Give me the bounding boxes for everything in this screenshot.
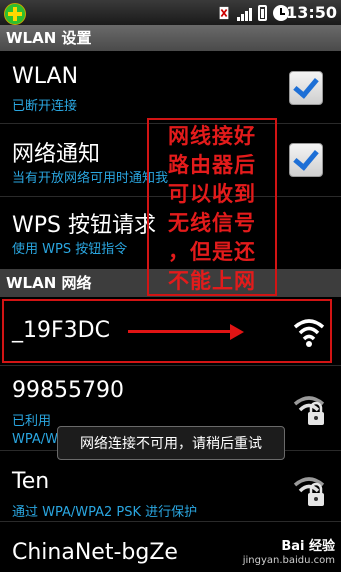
setting-subtitle: 使用 WPS 按钮指令: [12, 242, 128, 257]
setting-wlan[interactable]: WLAN 已断开连接: [0, 51, 341, 123]
wifi-secured-icon: [293, 477, 325, 506]
status-time: 13:50: [286, 3, 337, 22]
battery-icon: [258, 5, 267, 21]
watermark-logo: Bai 经验: [281, 539, 335, 554]
network-item[interactable]: Ten 通过 WPA/WPA2 PSK 进行保护: [0, 451, 341, 521]
annotation-line: 可以收到: [168, 182, 256, 206]
watermark-url: jingyan.baidu.com: [242, 555, 335, 566]
notification-checkbox[interactable]: [289, 143, 323, 177]
annotation-arrow-head: [230, 324, 244, 340]
annotation-line: ，但是还: [168, 240, 256, 264]
setting-title: WPS 按钮请求: [12, 213, 156, 238]
network-status: 已利用: [12, 414, 52, 429]
network-security: 通过 WPA/WPA2 PSK 进行保护: [12, 505, 198, 520]
network-ssid: ChinaNet-bgZe: [12, 540, 178, 565]
setting-title: 网络通知: [12, 142, 101, 167]
annotation-line: 网线接好: [168, 124, 256, 148]
annotation-line: 路由器后: [168, 153, 256, 177]
status-bar: 13:50: [0, 0, 341, 25]
toast-message: 网络连接不可用，请稍后重试: [57, 426, 285, 460]
setting-subtitle: 已断开连接: [12, 99, 78, 114]
annotation-callout: 网线接好 路由器后 可以收到 无线信号 ，但是还 不能上网: [147, 118, 277, 296]
wifi-secured-icon: [293, 396, 325, 425]
setting-title: WLAN: [12, 64, 79, 89]
annotation-line: 无线信号: [168, 211, 256, 235]
screen-title: WLAN 设置: [0, 25, 341, 51]
no-sim-icon: [219, 6, 229, 20]
network-ssid: Ten: [12, 469, 50, 494]
signal-icon: [237, 5, 252, 21]
app-notification-icon: [4, 3, 26, 25]
setting-subtitle: 当有开放网络可用时通知我: [12, 171, 169, 186]
status-icons: [217, 3, 289, 23]
annotation-line: 不能上网: [168, 269, 256, 293]
network-ssid: 99855790: [12, 378, 124, 403]
wlan-checkbox[interactable]: [289, 71, 323, 105]
annotation-arrow: [128, 330, 232, 333]
